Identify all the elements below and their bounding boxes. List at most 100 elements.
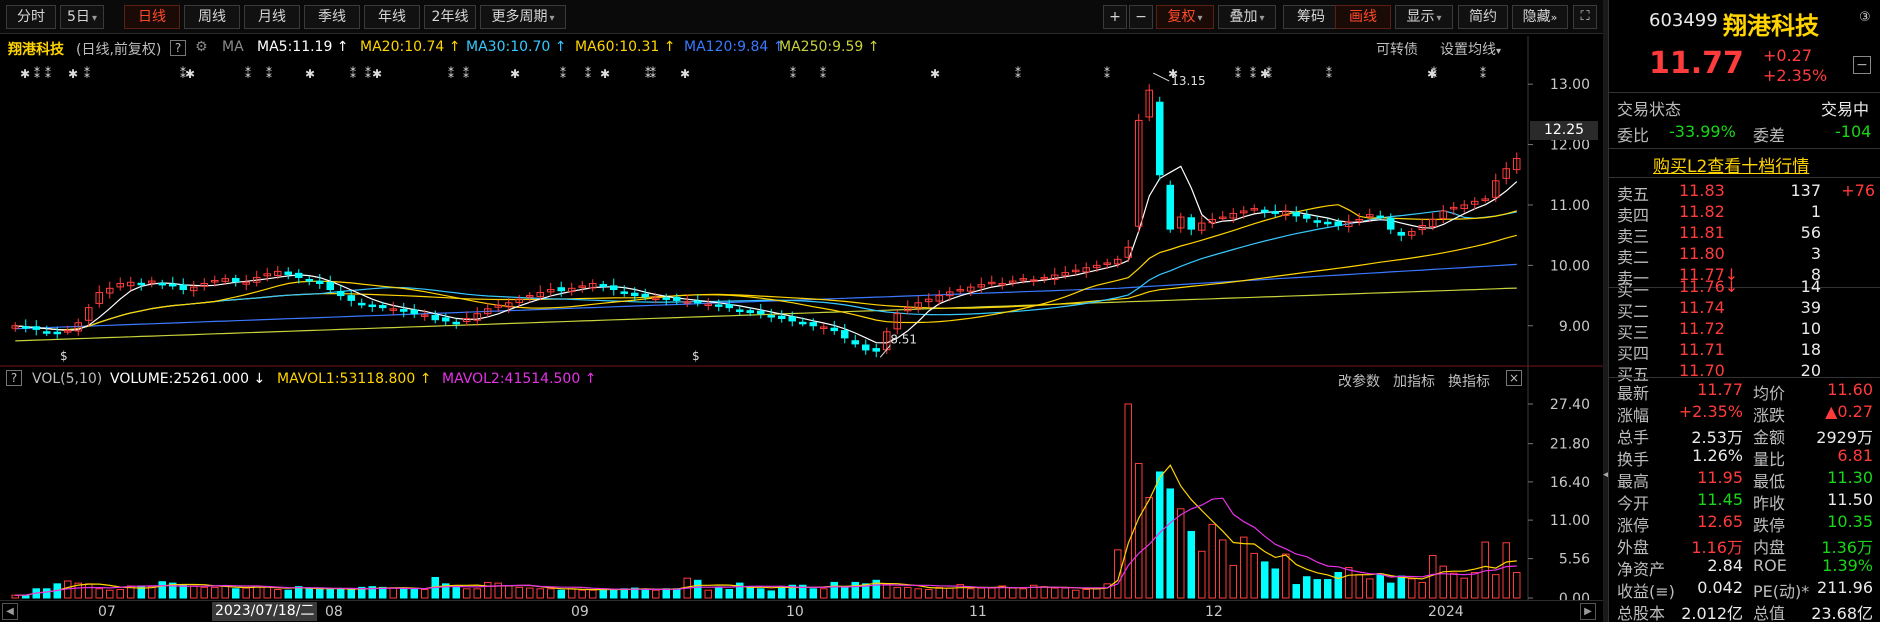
quote-price-row: 11.77 +0.27 +2.35% − [1609, 46, 1880, 86]
candle-body [368, 304, 377, 308]
volume-tick-label: 5.56 [1559, 552, 1590, 568]
volume-bar [987, 587, 996, 599]
volume-bar [389, 587, 398, 599]
minus-box-icon[interactable]: − [1853, 56, 1871, 74]
stat-value: 11.77 [1697, 380, 1743, 399]
volume-bar [725, 589, 734, 599]
volume-bar [1019, 588, 1028, 599]
candle-body [431, 314, 440, 321]
volume-bar [347, 589, 356, 599]
month-label: 12 [1205, 604, 1223, 620]
scroll-left-icon[interactable]: ◀ [2, 603, 18, 620]
volume-bar [1176, 508, 1185, 599]
volume-bar [641, 589, 650, 599]
candle-body [620, 291, 629, 294]
volume-text: VOLUME:25261.000 [110, 371, 250, 387]
volume-bar [1491, 574, 1500, 599]
stat-row: 涨停 12.65 跌停 10.35 [1609, 512, 1880, 535]
quote-panel: 603499 翔港科技 ③ 11.77 +0.27 +2.35% − 交易状态 … [1608, 0, 1880, 622]
candle-body [326, 281, 335, 291]
trade-status-row: 交易状态 交易中 [1609, 96, 1880, 119]
cursor-date: 2023/07/18/二 [212, 602, 318, 621]
l2-upgrade-link[interactable]: 购买L2查看十档行情 [1653, 152, 1809, 177]
stat-row: 涨幅 +2.35% 涨跌 ▲0.27 [1609, 402, 1880, 425]
volume-bar [116, 589, 125, 599]
event-marker: ⁑ [34, 66, 40, 81]
volume-bar [1145, 496, 1154, 599]
stat-label: 今开 [1617, 494, 1650, 513]
volume-bar [1082, 589, 1091, 599]
volume-bar [651, 589, 660, 599]
volume-bar [1050, 587, 1059, 599]
month-label: 10 [786, 604, 804, 620]
stat-label: 总值 [1753, 604, 1786, 622]
stat-label: 最低 [1753, 472, 1786, 491]
stat-value: 2.012亿 [1681, 604, 1743, 622]
bid-price: 11.74 [1679, 298, 1725, 317]
stat-label: 总股本 [1617, 604, 1666, 622]
event-marker: ✱ [372, 67, 382, 81]
candle-body [21, 326, 30, 329]
stat-label: 净资产 [1617, 560, 1666, 579]
candle-body [756, 310, 765, 315]
mavol2-value: MAVOL2:41514.500 ↑ [442, 371, 597, 387]
volume-bar [410, 589, 419, 599]
close-icon[interactable]: × [1506, 370, 1522, 386]
candle-body [53, 331, 62, 335]
volume-bar [305, 587, 314, 599]
quote-header: 603499 翔港科技 ③ [1609, 10, 1880, 40]
event-marker: ⁑ [820, 66, 826, 81]
kline-chart[interactable]: 13.0012.0011.0010.009.0027.4021.8016.401… [0, 0, 1603, 622]
candle-body [1334, 221, 1343, 226]
edit-params-button[interactable]: 改参数 [1338, 371, 1380, 391]
volume-bar [1239, 536, 1248, 599]
date-axis: ◀ 07 2023/07/18/二 08 09 10 11 12 2024 ▶ [0, 600, 1603, 622]
stat-value: 211.96 [1817, 578, 1873, 597]
stat-value: 11.95 [1697, 468, 1743, 487]
bid-volume: 18 [1800, 340, 1821, 359]
volume-bar [1418, 581, 1427, 599]
stat-row: 收益(≡) 0.042 PE(动)* 211.96 [1609, 578, 1880, 601]
stat-value: 11.50 [1827, 490, 1873, 509]
ask-price: 11.82 [1679, 202, 1725, 221]
month-label: 11 [969, 604, 987, 620]
ask-delta: +76 [1841, 181, 1875, 200]
volume-bar [1302, 576, 1311, 599]
candle-body [32, 326, 41, 330]
price-tick-label: 11.00 [1550, 198, 1590, 214]
event-marker: ✱ [185, 67, 195, 81]
candle-body [347, 295, 356, 301]
volume-bar [882, 584, 891, 599]
ma30-line [15, 209, 1517, 331]
add-indicator-button[interactable]: 加指标 [1393, 371, 1435, 391]
stat-value: ▲0.27 [1825, 402, 1873, 421]
stat-label: 均价 [1753, 384, 1786, 403]
help-icon[interactable]: ? [6, 370, 22, 386]
month-label: 07 [98, 604, 116, 620]
stat-value: 1.26% [1692, 446, 1743, 465]
bid-volume: 39 [1800, 298, 1821, 317]
divider [1609, 148, 1880, 149]
level-badge: ③ [1859, 10, 1871, 25]
stat-row: 最高 11.95 最低 11.30 [1609, 468, 1880, 491]
volume-bar [1229, 564, 1238, 599]
volume-bar [1281, 553, 1290, 599]
switch-indicator-button[interactable]: 换指标 [1448, 371, 1490, 391]
event-marker: ✱ [305, 67, 315, 81]
ask-row: 卖五 11.83 137 +76 [1609, 181, 1880, 204]
scroll-right-icon[interactable]: ▶ [1580, 603, 1596, 620]
stat-label: 涨幅 [1617, 406, 1650, 425]
bid-row: 买五 11.70 20 [1609, 361, 1880, 384]
volume-bar [767, 590, 776, 599]
stat-label: PE(动)* [1753, 582, 1810, 601]
volume-bar [504, 585, 513, 599]
candle-body [1313, 220, 1322, 223]
candle-body [851, 340, 860, 345]
candle-body [1271, 211, 1280, 214]
volume-bar [1512, 572, 1521, 599]
bid-price: 11.76↓ [1679, 277, 1739, 296]
candle-body [599, 284, 608, 287]
volume-bar [1092, 588, 1101, 599]
event-marker: ✱ [20, 67, 30, 81]
volume-bar [1250, 552, 1259, 599]
